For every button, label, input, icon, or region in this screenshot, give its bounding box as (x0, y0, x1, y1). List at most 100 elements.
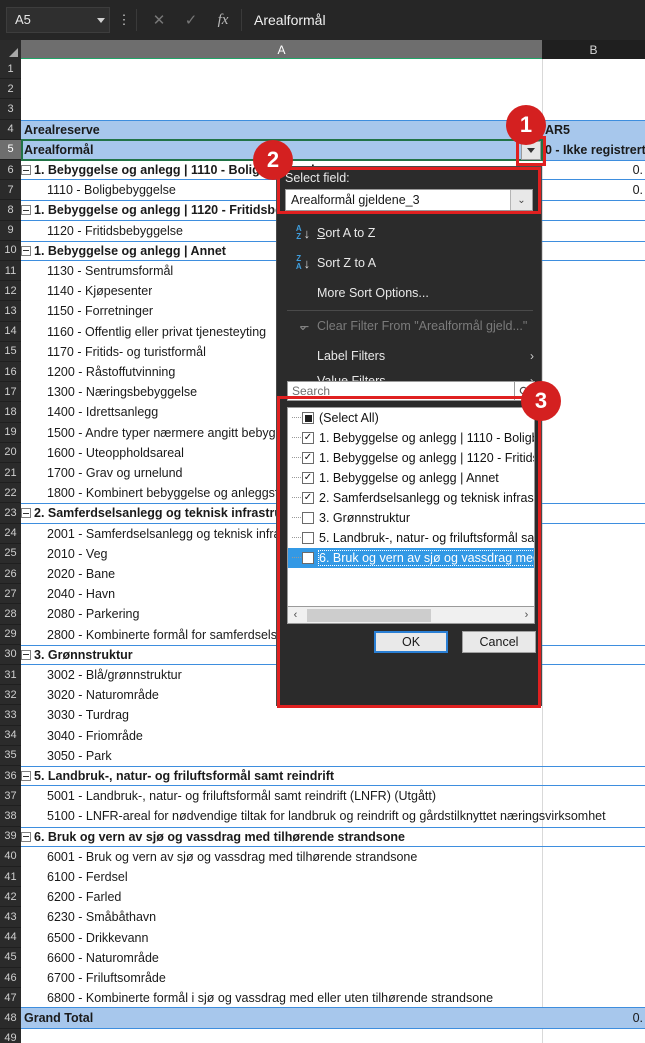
row-header-46[interactable]: 46 (0, 968, 21, 988)
row-header-24[interactable]: 24 (0, 524, 21, 544)
collapse-button[interactable] (21, 650, 31, 660)
row-header-18[interactable]: 18 (0, 402, 21, 422)
ok-button[interactable]: OK (374, 631, 448, 653)
row-header-36[interactable]: 36 (0, 766, 21, 786)
row-header-31[interactable]: 31 (0, 665, 21, 685)
name-box[interactable]: A5 (6, 7, 110, 33)
row-header-45[interactable]: 45 (0, 948, 21, 968)
row-header-37[interactable]: 37 (0, 786, 21, 806)
filter-list-item[interactable]: 6. Bruk og vern av sjø og vassdrag med t… (288, 548, 534, 568)
row-header-5[interactable]: 5 (0, 140, 21, 160)
row-header-34[interactable]: 34 (0, 726, 21, 746)
filter-list-item[interactable]: (Select All) (288, 408, 534, 428)
scroll-left-icon[interactable]: ‹ (288, 609, 303, 621)
row-header-2[interactable]: 2 (0, 79, 21, 99)
checkbox-checked[interactable]: ✓ (302, 492, 314, 504)
filter-search-input[interactable]: Search (287, 381, 515, 401)
table-row[interactable]: 6800 - Kombinerte formål i sjø og vassdr… (21, 988, 645, 1008)
row-header-10[interactable]: 10 (0, 241, 21, 261)
menu-item-sort-z-to-a[interactable]: ZA↓ Sort Z to A (277, 250, 541, 276)
filter-list-item[interactable]: ✓1. Bebyggelse og anlegg | 1110 - Boligb… (288, 428, 534, 448)
row-header-48[interactable]: 48 (0, 1008, 21, 1028)
chevron-down-icon[interactable] (97, 18, 105, 23)
menu-item-more-sort-options[interactable]: More Sort Options... (277, 280, 541, 306)
empty-row[interactable] (21, 79, 645, 99)
row-header-47[interactable]: 47 (0, 988, 21, 1008)
select-all-corner[interactable] (0, 40, 21, 59)
scroll-track[interactable] (303, 608, 519, 623)
table-row[interactable]: 3050 - Park (21, 746, 645, 766)
checkbox-checked[interactable]: ✓ (302, 472, 314, 484)
empty-row[interactable] (21, 1029, 645, 1043)
row-header-15[interactable]: 15 (0, 342, 21, 362)
table-row[interactable]: 6230 - Småbåthavn (21, 907, 645, 927)
table-row[interactable]: 6600 - Naturområde (21, 948, 645, 968)
table-row[interactable]: 6. Bruk og vern av sjø og vassdrag med t… (21, 827, 645, 847)
row-header-39[interactable]: 39 (0, 827, 21, 847)
filter-list-item[interactable]: ✓1. Bebyggelse og anlegg | 1120 - Fritid… (288, 448, 534, 468)
table-row[interactable]: 5. Landbruk-, natur- og friluftsformål s… (21, 766, 645, 786)
row-header-29[interactable]: 29 (0, 625, 21, 645)
row-header-38[interactable]: 38 (0, 806, 21, 826)
collapse-button[interactable] (21, 771, 31, 781)
filter-list-item[interactable]: ✓1. Bebyggelse og anlegg | Annet (288, 468, 534, 488)
empty-row[interactable] (21, 99, 645, 119)
table-row[interactable]: 6500 - Drikkevann (21, 928, 645, 948)
column-header-a[interactable]: A (21, 40, 542, 59)
filter-list-hscrollbar[interactable]: ‹ › (287, 607, 535, 624)
row-header-49[interactable]: 49 (0, 1029, 21, 1043)
row-header-40[interactable]: 40 (0, 847, 21, 867)
table-row[interactable]: ArealreserveAR5 (21, 120, 645, 140)
collapse-button[interactable] (21, 508, 31, 518)
select-field-combobox[interactable]: Arealformål gjeldene_3 ⌄ (285, 189, 533, 211)
checkbox-partial[interactable] (302, 412, 314, 424)
formula-input[interactable]: Arealformål (244, 6, 645, 34)
row-header-43[interactable]: 43 (0, 907, 21, 927)
row-header-13[interactable]: 13 (0, 301, 21, 321)
row-header-19[interactable]: 19 (0, 423, 21, 443)
row-header-25[interactable]: 25 (0, 544, 21, 564)
row-header-26[interactable]: 26 (0, 564, 21, 584)
more-options-icon[interactable]: ⋮ (114, 7, 134, 33)
table-row[interactable]: 6100 - Ferdsel (21, 867, 645, 887)
row-header-41[interactable]: 41 (0, 867, 21, 887)
row-header-20[interactable]: 20 (0, 443, 21, 463)
row-header-32[interactable]: 32 (0, 685, 21, 705)
row-header-6[interactable]: 6 (0, 160, 21, 180)
row-header-22[interactable]: 22 (0, 483, 21, 503)
row-header-42[interactable]: 42 (0, 887, 21, 907)
collapse-button[interactable] (21, 246, 31, 256)
row-header-28[interactable]: 28 (0, 604, 21, 624)
table-row[interactable]: 6001 - Bruk og vern av sjø og vassdrag m… (21, 847, 645, 867)
row-header-14[interactable]: 14 (0, 322, 21, 342)
chevron-down-icon[interactable]: ⌄ (510, 190, 532, 210)
table-row[interactable]: 6200 - Farled (21, 887, 645, 907)
confirm-icon[interactable]: ✓ (175, 6, 207, 34)
checkbox-unchecked[interactable] (302, 532, 314, 544)
filter-list-item[interactable]: 5. Landbruk-, natur- og friluftsformål s… (288, 528, 534, 548)
collapse-button[interactable] (21, 832, 31, 842)
checkbox-checked[interactable]: ✓ (302, 452, 314, 464)
row-header-8[interactable]: 8 (0, 200, 21, 220)
row-header-35[interactable]: 35 (0, 746, 21, 766)
column-header-b[interactable]: B (542, 40, 645, 59)
filter-list-item[interactable]: 3. Grønnstruktur (288, 508, 534, 528)
row-header-4[interactable]: 4 (0, 120, 21, 140)
row-header-7[interactable]: 7 (0, 180, 21, 200)
table-row[interactable]: Grand Total0. (21, 1008, 645, 1028)
empty-row[interactable] (21, 59, 645, 79)
row-header-11[interactable]: 11 (0, 261, 21, 281)
table-row[interactable]: 3030 - Turdrag (21, 705, 645, 725)
row-header-9[interactable]: 9 (0, 221, 21, 241)
row-header-16[interactable]: 16 (0, 362, 21, 382)
collapse-button[interactable] (21, 205, 31, 215)
table-row[interactable]: 6700 - Friluftsområde (21, 968, 645, 988)
menu-item-label-filters[interactable]: Label Filters › (277, 343, 541, 369)
row-header-33[interactable]: 33 (0, 705, 21, 725)
checkbox-unchecked[interactable] (302, 552, 314, 564)
table-row[interactable]: 5001 - Landbruk-, natur- og friluftsform… (21, 786, 645, 806)
scroll-right-icon[interactable]: › (519, 609, 534, 621)
row-header-44[interactable]: 44 (0, 928, 21, 948)
row-header-17[interactable]: 17 (0, 382, 21, 402)
row-header-23[interactable]: 23 (0, 503, 21, 523)
